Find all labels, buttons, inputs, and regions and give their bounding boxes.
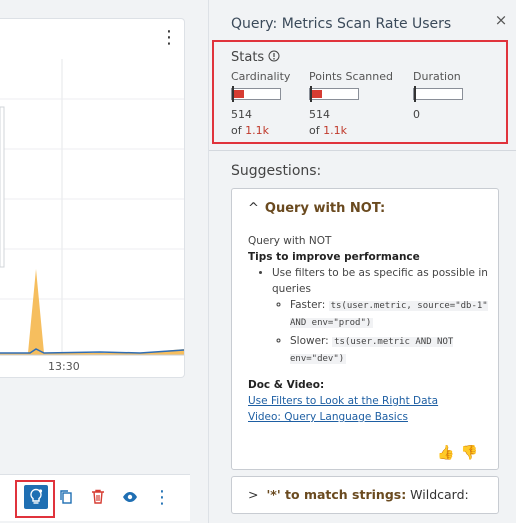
chart-card: ⋮ 13:30	[0, 18, 185, 378]
suggestion-card-header[interactable]: ^ Query with NOT:	[248, 201, 385, 216]
example-list: Faster: ts(user.metric, source="db-1" AN…	[272, 297, 488, 367]
card-intro: Query with NOT	[248, 235, 332, 247]
suggestion-card-query-not: ^ Query with NOT: Query with NOT Tips to …	[231, 188, 499, 470]
close-icon[interactable]: ×	[493, 12, 509, 28]
copy-icon	[60, 490, 72, 504]
link-filters-doc[interactable]: Use Filters to Look at the Right Data	[248, 393, 488, 409]
more-vertical-icon: ⋮	[153, 486, 171, 508]
tips-title: Tips to improve performance	[248, 251, 420, 263]
view-button[interactable]	[118, 485, 142, 509]
wildcard-prefix: '*'	[266, 487, 281, 502]
chart-series-area	[0, 269, 184, 355]
suggestion-card-body: Query with NOT Tips to improve performan…	[248, 233, 488, 425]
faster-example: Faster: ts(user.metric, source="db-1" AN…	[290, 297, 488, 331]
wildcard-tail: Wildcard:	[406, 487, 469, 502]
suggestion-card-title: Query with NOT:	[264, 201, 386, 216]
feedback-buttons: 👍👎	[437, 445, 484, 461]
thumbs-up-icon[interactable]: 👍	[437, 445, 460, 461]
x-tick-label: 13:30	[48, 360, 80, 373]
tip-item: Use filters to be as specific as possibl…	[272, 265, 488, 367]
delete-button[interactable]	[86, 485, 110, 509]
link-query-video[interactable]: Video: Query Language Basics	[248, 409, 488, 425]
chart-tooltip-edge	[0, 106, 5, 268]
divider	[209, 150, 516, 151]
chart-plot	[0, 59, 184, 356]
slower-example: Slower: ts(user.metric AND NOT env="dev"…	[290, 333, 488, 367]
chevron-right-icon: >	[248, 487, 259, 502]
copy-button[interactable]	[54, 485, 78, 509]
insights-button-highlight	[15, 480, 55, 518]
more-options-button[interactable]: ⋮	[150, 485, 174, 509]
panel-title: Query: Metrics Scan Rate Users	[231, 16, 452, 32]
suggestion-card-header[interactable]: > '*' to match strings: Wildcard:	[248, 487, 469, 502]
eye-icon	[123, 492, 137, 502]
wildcard-title: to match strings:	[280, 487, 407, 502]
query-insights-panel: Query: Metrics Scan Rate Users × Stats C…	[208, 0, 516, 523]
tips-list: Use filters to be as specific as possibl…	[248, 265, 488, 367]
thumbs-down-icon[interactable]: 👎	[461, 445, 484, 461]
chevron-up-icon: ^	[248, 201, 259, 216]
suggestions-label: Suggestions:	[231, 163, 322, 179]
chart-series-line	[0, 348, 184, 354]
suggestion-card-wildcard[interactable]: > '*' to match strings: Wildcard:	[231, 476, 499, 514]
stats-highlight	[212, 40, 508, 144]
doc-video-title: Doc & Video:	[248, 379, 325, 391]
trash-icon	[92, 489, 104, 504]
